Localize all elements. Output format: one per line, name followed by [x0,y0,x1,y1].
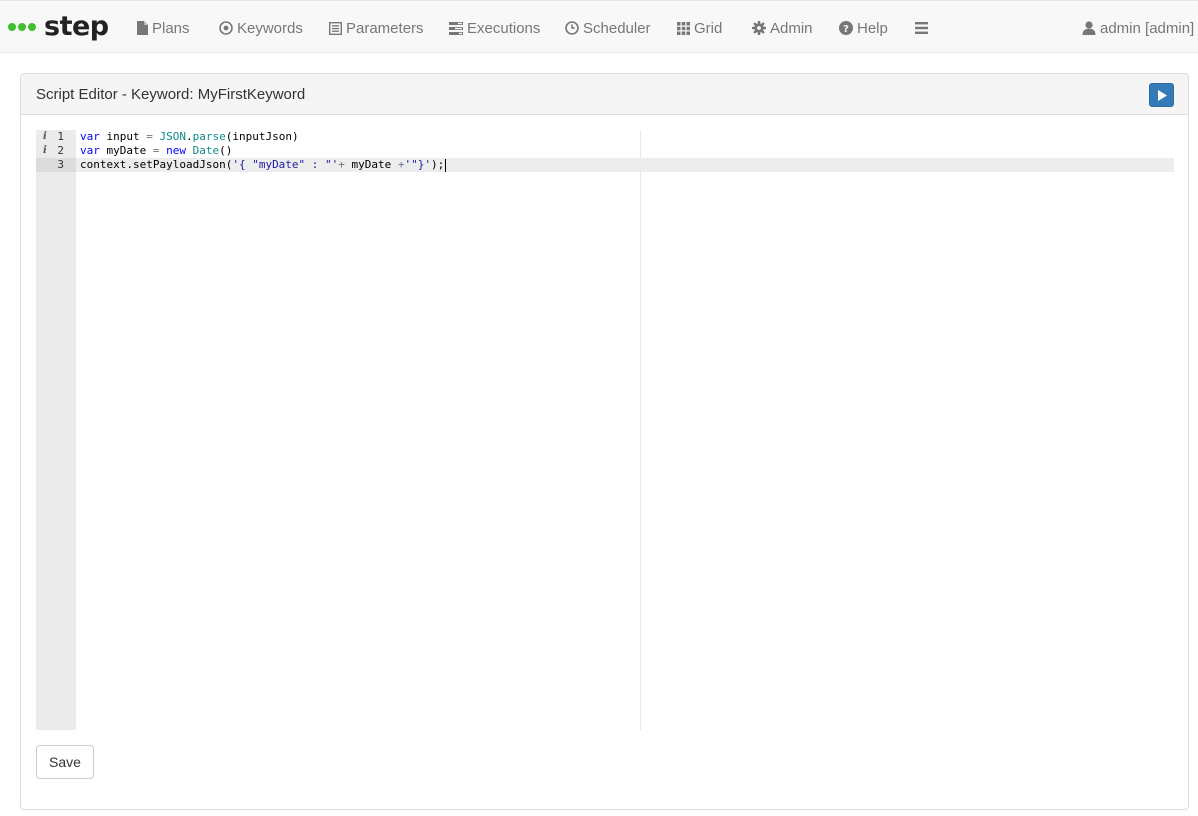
editor-gutter: i 1 i 2 3 [36,130,76,730]
nav-plans-label: Plans [152,19,190,37]
nav-parameters[interactable]: Parameters [329,17,424,39]
svg-text:?: ? [843,24,849,35]
line-number: 2 [57,144,64,157]
brand-logo[interactable]: step [8,9,109,45]
nav-scheduler[interactable]: Scheduler [565,17,651,39]
nav-keywords[interactable]: Keywords [219,17,303,39]
hamburger-icon [915,22,928,34]
gutter-row: i 1 [36,130,76,144]
print-margin [640,130,641,730]
clock-icon [565,21,579,35]
play-icon [1157,89,1167,101]
save-button[interactable]: Save [36,745,94,779]
info-icon[interactable]: i [43,144,47,158]
script-editor-panel: Script Editor - Keyword: MyFirstKeyword … [20,73,1189,810]
file-icon [137,21,148,35]
nav-user-label: admin [admin] [1100,19,1195,37]
run-button[interactable] [1149,83,1174,107]
panel-title: Script Editor - Keyword: MyFirstKeyword [36,86,306,103]
top-navbar: step Plans Keywords Parameters Execution… [0,0,1198,53]
nav-user[interactable]: admin [admin] [1082,17,1194,39]
nav-grid[interactable]: Grid [677,17,722,39]
nav-executions[interactable]: Executions [449,17,540,39]
line-number: 3 [57,158,64,171]
nav-grid-label: Grid [694,19,723,37]
user-icon [1082,21,1096,35]
code-editor[interactable]: i 1 i 2 3 var input = JSON.parse(inputJs… [36,130,1174,730]
panel-heading: Script Editor - Keyword: MyFirstKeyword [21,74,1188,115]
nav-executions-label: Executions [467,19,541,37]
target-icon [219,21,233,35]
gutter-row: i 2 [36,144,76,158]
nav-keywords-label: Keywords [237,19,303,37]
tasks-icon [449,21,463,35]
line-number: 1 [57,130,64,143]
grid-icon [677,21,690,35]
question-icon: ? [839,21,853,35]
text-cursor [445,158,447,172]
code-line-active[interactable]: context.setPayloadJson('{ "myDate" : "'+… [76,158,1174,172]
code-line[interactable]: var myDate = new Date() [76,144,1174,158]
nav-help[interactable]: ? Help [839,17,888,39]
list-icon [329,21,342,35]
info-icon[interactable]: i [43,130,47,144]
gear-icon [752,21,766,35]
nav-menu-toggle[interactable] [915,17,932,39]
nav-admin[interactable]: Admin [752,17,813,39]
nav-help-label: Help [857,19,888,37]
nav-scheduler-label: Scheduler [583,19,651,37]
nav-admin-label: Admin [770,19,813,37]
brand-name: step [44,11,109,42]
brand-dots-icon [8,23,38,31]
nav-parameters-label: Parameters [346,19,424,37]
code-line[interactable]: var input = JSON.parse(inputJson) [76,130,1174,144]
gutter-row-active: 3 [36,158,76,172]
nav-plans[interactable]: Plans [137,17,190,39]
